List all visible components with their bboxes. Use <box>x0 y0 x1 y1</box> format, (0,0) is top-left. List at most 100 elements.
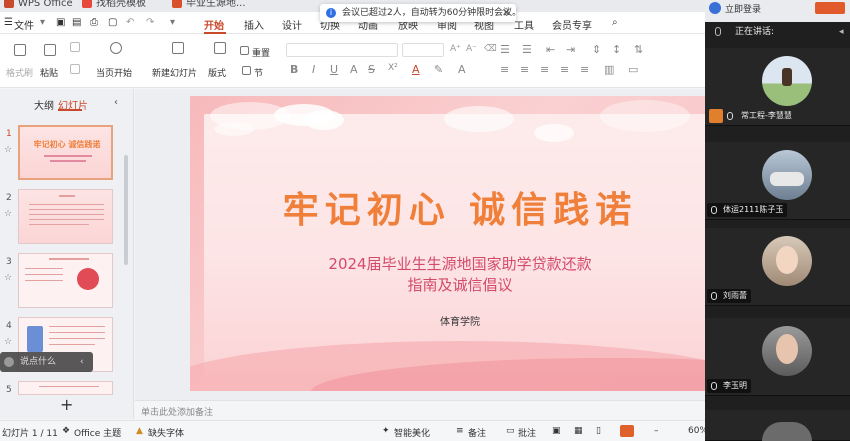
format-painter-icon[interactable] <box>14 44 26 56</box>
strikethrough-icon[interactable]: S <box>368 63 375 76</box>
section-button[interactable]: 节 <box>254 66 263 79</box>
layout-button[interactable]: 版式 <box>208 66 226 79</box>
menu-insert[interactable]: 插入 <box>244 17 264 32</box>
collapse-icon[interactable]: ◂ <box>839 22 844 42</box>
bullet-list-icon[interactable]: ☰ <box>500 43 510 56</box>
distribute-icon[interactable]: ≡ <box>580 63 589 76</box>
more-icon[interactable]: ▾ <box>170 17 175 28</box>
underline-icon[interactable]: U <box>330 63 338 76</box>
star-icon[interactable]: ☆ <box>4 337 12 347</box>
tab-wps-office[interactable]: WPS Office <box>4 0 73 12</box>
align-center-icon[interactable]: ≡ <box>520 63 529 76</box>
slide-thumbnail-2[interactable] <box>18 189 113 244</box>
play-from-current-button[interactable]: 当页开始 <box>96 66 132 79</box>
reset-button[interactable]: 重置 <box>252 46 270 59</box>
font-color-icon[interactable]: A <box>412 63 420 76</box>
text-direction-icon[interactable]: ⇕ <box>592 43 601 56</box>
grow-font-icon[interactable]: A⁺ <box>450 44 461 54</box>
window-controls[interactable] <box>815 2 845 14</box>
missing-font-button[interactable]: 缺失字体 <box>148 426 184 439</box>
shadow-icon[interactable]: A <box>350 63 358 76</box>
play-icon[interactable] <box>110 42 122 54</box>
beautify-icon: ✦ <box>382 426 390 436</box>
normal-view-icon[interactable]: ▣ <box>552 426 561 436</box>
columns-icon[interactable]: ▥ <box>604 63 614 76</box>
layout-icon[interactable] <box>214 42 226 54</box>
reading-view-icon[interactable]: ▯ <box>596 426 601 436</box>
char-spacing-icon[interactable]: A <box>458 63 466 76</box>
slide-thumbnail-3[interactable] <box>18 253 113 308</box>
slide-thumbnail-5[interactable] <box>18 381 113 395</box>
dropdown-icon[interactable]: ▾ <box>40 17 45 28</box>
menu-home[interactable]: 开始 <box>204 17 224 32</box>
play-slideshow-button[interactable] <box>620 425 634 437</box>
participant-tile[interactable]: 体运2111陈子玉 <box>705 142 850 220</box>
align-left-icon[interactable]: ≡ <box>500 63 509 76</box>
notes-area[interactable]: 单击此处添加备注 <box>135 400 705 420</box>
participant-tile[interactable]: 刘雨蕾 <box>705 228 850 306</box>
copy-icon[interactable] <box>70 64 80 74</box>
highlight-icon[interactable]: ✎ <box>434 63 443 76</box>
tab-document[interactable]: 毕业生源地... <box>172 0 246 12</box>
mic-icon <box>715 27 721 36</box>
new-slide-button[interactable]: 新建幻灯片 <box>152 66 197 79</box>
menu-file[interactable]: 文件 <box>14 17 34 32</box>
font-family-select[interactable] <box>286 43 398 57</box>
superscript-icon[interactable]: X² <box>388 63 398 73</box>
chat-input[interactable]: 说点什么 ‹ <box>0 352 93 372</box>
current-slide[interactable]: 牢记初心 诚信践诺 2024届毕业生生源地国家助学贷款还款 指南及诚信倡议 体育… <box>190 96 710 391</box>
thumbnail-scrollbar[interactable] <box>124 155 128 265</box>
sort-icon[interactable]: ⇅ <box>634 43 643 56</box>
decrease-indent-icon[interactable]: ⇤ <box>546 43 555 56</box>
emoji-icon[interactable] <box>4 357 14 367</box>
clear-format-icon[interactable]: ⌫ <box>484 44 497 54</box>
italic-icon[interactable]: I <box>312 63 315 76</box>
text-box-icon[interactable]: ▭ <box>628 63 638 76</box>
print-icon[interactable]: ⎙ <box>90 17 98 28</box>
new-slide-icon[interactable] <box>172 42 184 54</box>
login-link[interactable]: 立即登录 <box>725 2 761 15</box>
participant-tile[interactable]: 常工程-李慧慧 <box>705 48 850 126</box>
star-icon[interactable]: ☆ <box>4 209 12 219</box>
paste-button[interactable]: 粘贴 <box>40 66 58 79</box>
save-icon[interactable]: ▣ <box>56 17 65 28</box>
redo-icon[interactable]: ↷ <box>146 17 154 28</box>
star-icon[interactable]: ☆ <box>4 273 12 283</box>
participant-tile[interactable] <box>705 410 850 441</box>
cut-icon[interactable] <box>70 42 80 52</box>
bold-icon[interactable]: B <box>290 63 298 76</box>
justify-icon[interactable]: ≡ <box>560 63 569 76</box>
font-size-select[interactable] <box>402 43 444 57</box>
slide-thumbnail-1[interactable]: 牢记初心 诚信践诺 <box>18 125 113 180</box>
format-painter-button[interactable]: 格式刷 <box>6 66 33 79</box>
align-right-icon[interactable]: ≡ <box>540 63 549 76</box>
increase-indent-icon[interactable]: ⇥ <box>566 43 575 56</box>
search-icon[interactable]: ⌕ <box>612 17 618 28</box>
preview-icon[interactable]: ▢ <box>108 17 117 28</box>
line-spacing-icon[interactable]: ↕ <box>612 43 621 56</box>
menu-icon[interactable]: ☰ <box>4 17 13 28</box>
collapse-panel-icon[interactable]: ‹ <box>114 97 118 108</box>
notes-button[interactable]: 备注 <box>468 426 486 439</box>
chevron-left-icon[interactable]: ‹ <box>80 352 84 372</box>
theme-name[interactable]: Office 主题 <box>74 426 121 439</box>
menu-vip[interactable]: 会员专享 <box>552 17 592 32</box>
sorter-view-icon[interactable]: ▦ <box>574 426 583 436</box>
star-icon[interactable]: ☆ <box>4 145 12 155</box>
notes-placeholder: 单击此处添加备注 <box>141 408 214 418</box>
avatar-figure <box>770 172 804 186</box>
export-icon[interactable]: ▤ <box>72 17 81 28</box>
undo-icon[interactable]: ↶ <box>126 17 134 28</box>
tab-outline[interactable]: 大纲 <box>34 97 54 112</box>
smart-beautify-button[interactable]: 智能美化 <box>394 426 430 439</box>
close-icon[interactable]: ✕ <box>502 4 511 22</box>
shrink-font-icon[interactable]: A⁻ <box>466 44 477 54</box>
zoom-out-icon[interactable]: – <box>654 426 659 436</box>
numbered-list-icon[interactable]: ☰ <box>522 43 532 56</box>
add-slide-button[interactable]: + <box>60 395 73 414</box>
participant-tile[interactable]: 李玉明 <box>705 318 850 396</box>
comments-button[interactable]: 批注 <box>518 426 536 439</box>
tab-template[interactable]: 找稻壳模板 <box>82 0 146 12</box>
paste-icon[interactable] <box>44 44 56 56</box>
menu-design[interactable]: 设计 <box>282 17 302 32</box>
